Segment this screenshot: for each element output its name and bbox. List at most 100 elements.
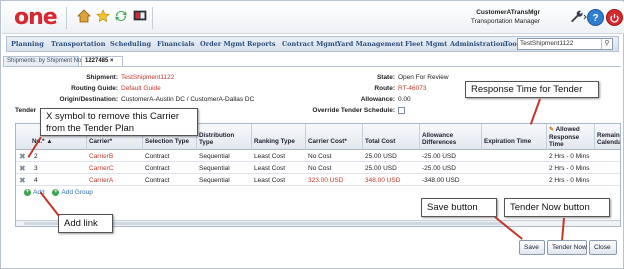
- col-total-cost-header[interactable]: Total Cost: [365, 138, 395, 145]
- column-divider: [594, 124, 595, 150]
- row-allowed-response-time[interactable]: 2 Hrs - 0 Mins: [549, 153, 589, 160]
- col-ranking-type-header[interactable]: Ranking Type: [254, 138, 295, 145]
- allowance-value: 0.00: [398, 96, 411, 103]
- close-icon[interactable]: ×: [110, 58, 114, 64]
- nav-financials[interactable]: Financials: [157, 40, 195, 48]
- route-label: Route:: [374, 85, 395, 92]
- col-carrier-cost-header[interactable]: Carrier Cost*: [308, 138, 347, 145]
- nav-transportation[interactable]: Transportation: [51, 40, 105, 48]
- row-carrier-cost: No Cost: [308, 153, 332, 160]
- col-distribution-type-header[interactable]: Distribution Type: [199, 132, 243, 146]
- plus-icon: +: [24, 189, 31, 196]
- tab-label: 1227485: [85, 58, 109, 64]
- nav-fleet-mgmt[interactable]: Fleet Mgmt: [405, 40, 447, 48]
- row-allowed-response-time[interactable]: 2 Hrs - 0 Mins: [549, 177, 589, 184]
- row-total-cost: 348.00 USD: [365, 177, 401, 184]
- row-selection-type: Contract: [145, 153, 170, 160]
- remove-carrier-icon[interactable]: ✖: [19, 176, 26, 185]
- callout-arrow: [561, 217, 565, 241]
- screen-icon[interactable]: [132, 9, 148, 25]
- power-icon[interactable]: [606, 9, 623, 26]
- tab-shipments-by-shipment-no[interactable]: Shipments: by Shipment No ×: [3, 56, 87, 66]
- user-name: CustomerATransMgr: [476, 9, 540, 16]
- remove-carrier-icon[interactable]: ✖: [19, 164, 26, 173]
- nav-search-value: TestShipment1122: [520, 40, 574, 47]
- nav-planning[interactable]: Planning: [11, 40, 44, 48]
- table-row[interactable]: ✖ 2 CarrierB Contract Sequential Least C…: [16, 151, 620, 162]
- row-carrier-cost: No Cost: [308, 165, 332, 172]
- column-divider: [305, 124, 306, 150]
- row-allowance-diff: -25.00 USD: [422, 153, 456, 160]
- save-button[interactable]: Save: [519, 240, 545, 255]
- tender-label: Tender: [15, 107, 37, 114]
- table-row[interactable]: ✖ 4 CarrierA Contract Sequential Least C…: [16, 175, 620, 186]
- table-row[interactable]: ✖ 3 CarrierC Contract Sequential Least C…: [16, 163, 620, 174]
- row-carrier[interactable]: CarrierA: [89, 177, 113, 184]
- add-group-link[interactable]: + Add Group: [52, 189, 93, 196]
- row-ranking-type: Least Cost: [254, 153, 286, 160]
- row-ranking-type: Least Cost: [254, 177, 286, 184]
- row-allowance-diff: -25.00 USD: [422, 165, 456, 172]
- top-header: one CustomerATransMgr Transportation Man…: [2, 2, 624, 34]
- favorites-star-icon[interactable]: [95, 9, 111, 25]
- callout-arrow: [529, 98, 541, 125]
- col-remaining-header[interactable]: Remain Calenda: [597, 132, 620, 146]
- row-total-cost: 25.00 USD: [365, 165, 397, 172]
- shipment-link[interactable]: TestShipment1122: [121, 74, 174, 81]
- help-icon[interactable]: ?: [587, 9, 604, 26]
- row-no: 3: [34, 165, 38, 172]
- origin-destination-label: Origin/Destination:: [59, 96, 119, 103]
- col-carrier-header[interactable]: Carrier*: [89, 138, 112, 145]
- nav-reports[interactable]: Reports: [247, 40, 276, 48]
- nav-contract-mgmt[interactable]: Contract Mgmt: [282, 40, 338, 48]
- tab-label: Shipments: by Shipment No: [7, 58, 82, 64]
- header-divider: [66, 7, 67, 29]
- callout-response-time: Response Time for Tender: [465, 81, 599, 98]
- remove-carrier-icon[interactable]: ✖: [19, 152, 26, 161]
- nav-scheduling[interactable]: Scheduling: [110, 40, 151, 48]
- override-tender-schedule-checkbox[interactable]: [398, 107, 405, 114]
- state-label: State:: [376, 74, 395, 81]
- row-selection-type: Contract: [145, 165, 170, 172]
- routing-guide-label: Routing Guide:: [71, 85, 118, 92]
- wrench-icon[interactable]: [569, 9, 587, 25]
- callout-text: X symbol to remove this Carrier: [46, 111, 180, 122]
- home-icon[interactable]: [76, 9, 92, 25]
- row-total-cost: 25.00 USD: [365, 153, 397, 160]
- route-link[interactable]: RT-46073: [398, 85, 426, 92]
- col-expiration-time-header[interactable]: Expiration Time: [484, 138, 531, 145]
- close-button[interactable]: Close: [589, 240, 617, 255]
- callout-tender-now-button: Tender Now button: [504, 198, 610, 217]
- one-logo[interactable]: one: [14, 5, 58, 30]
- callout-save-button: Save button: [421, 198, 497, 217]
- callout-remove-carrier: X symbol to remove this Carrier from the…: [40, 108, 198, 136]
- main-nav: Planning Transportation Scheduling Finan…: [6, 36, 619, 52]
- override-tender-schedule-label: Override Tender Schedule:: [312, 107, 395, 114]
- search-icon[interactable]: ⚲: [601, 39, 612, 49]
- col-allowed-response-time-header[interactable]: ✎ Allowed Response Time: [549, 126, 591, 148]
- nav-search-input[interactable]: TestShipment1122 ⚲: [517, 38, 613, 50]
- plus-icon: +: [52, 189, 60, 196]
- nav-order-mgmt[interactable]: Order Mgmt: [200, 40, 245, 48]
- tab-shipment-1227485[interactable]: 1227485 ×: [81, 56, 123, 66]
- routing-guide-link[interactable]: Default Guide: [121, 85, 161, 92]
- column-divider: [481, 124, 482, 150]
- col-allowance-differences-header[interactable]: Allowance Differences: [422, 132, 474, 146]
- user-info: CustomerATransMgr Transportation Manager: [471, 8, 540, 26]
- row-carrier[interactable]: CarrierB: [89, 153, 113, 160]
- column-divider: [251, 124, 252, 150]
- user-role: Transportation Manager: [470, 18, 540, 25]
- state-value: Open For Review: [398, 74, 449, 81]
- row-distribution-type: Sequential: [199, 153, 230, 160]
- row-no: 2: [34, 153, 38, 160]
- nav-administration[interactable]: Administration: [450, 40, 505, 48]
- tender-now-button[interactable]: Tender Now: [547, 240, 587, 255]
- row-carrier-cost: 323.00 USD: [308, 177, 344, 184]
- refresh-icon[interactable]: [113, 9, 129, 25]
- grid-actions: + Add + Add Group: [24, 189, 93, 196]
- row-carrier[interactable]: CarrierC: [89, 165, 114, 172]
- nav-yard-management[interactable]: Yard Management: [337, 40, 403, 48]
- col-selection-type-header[interactable]: Selection Type: [145, 138, 189, 145]
- row-allowed-response-time[interactable]: 2 Hrs - 0 Mins: [549, 165, 589, 172]
- header-divider: [152, 7, 153, 29]
